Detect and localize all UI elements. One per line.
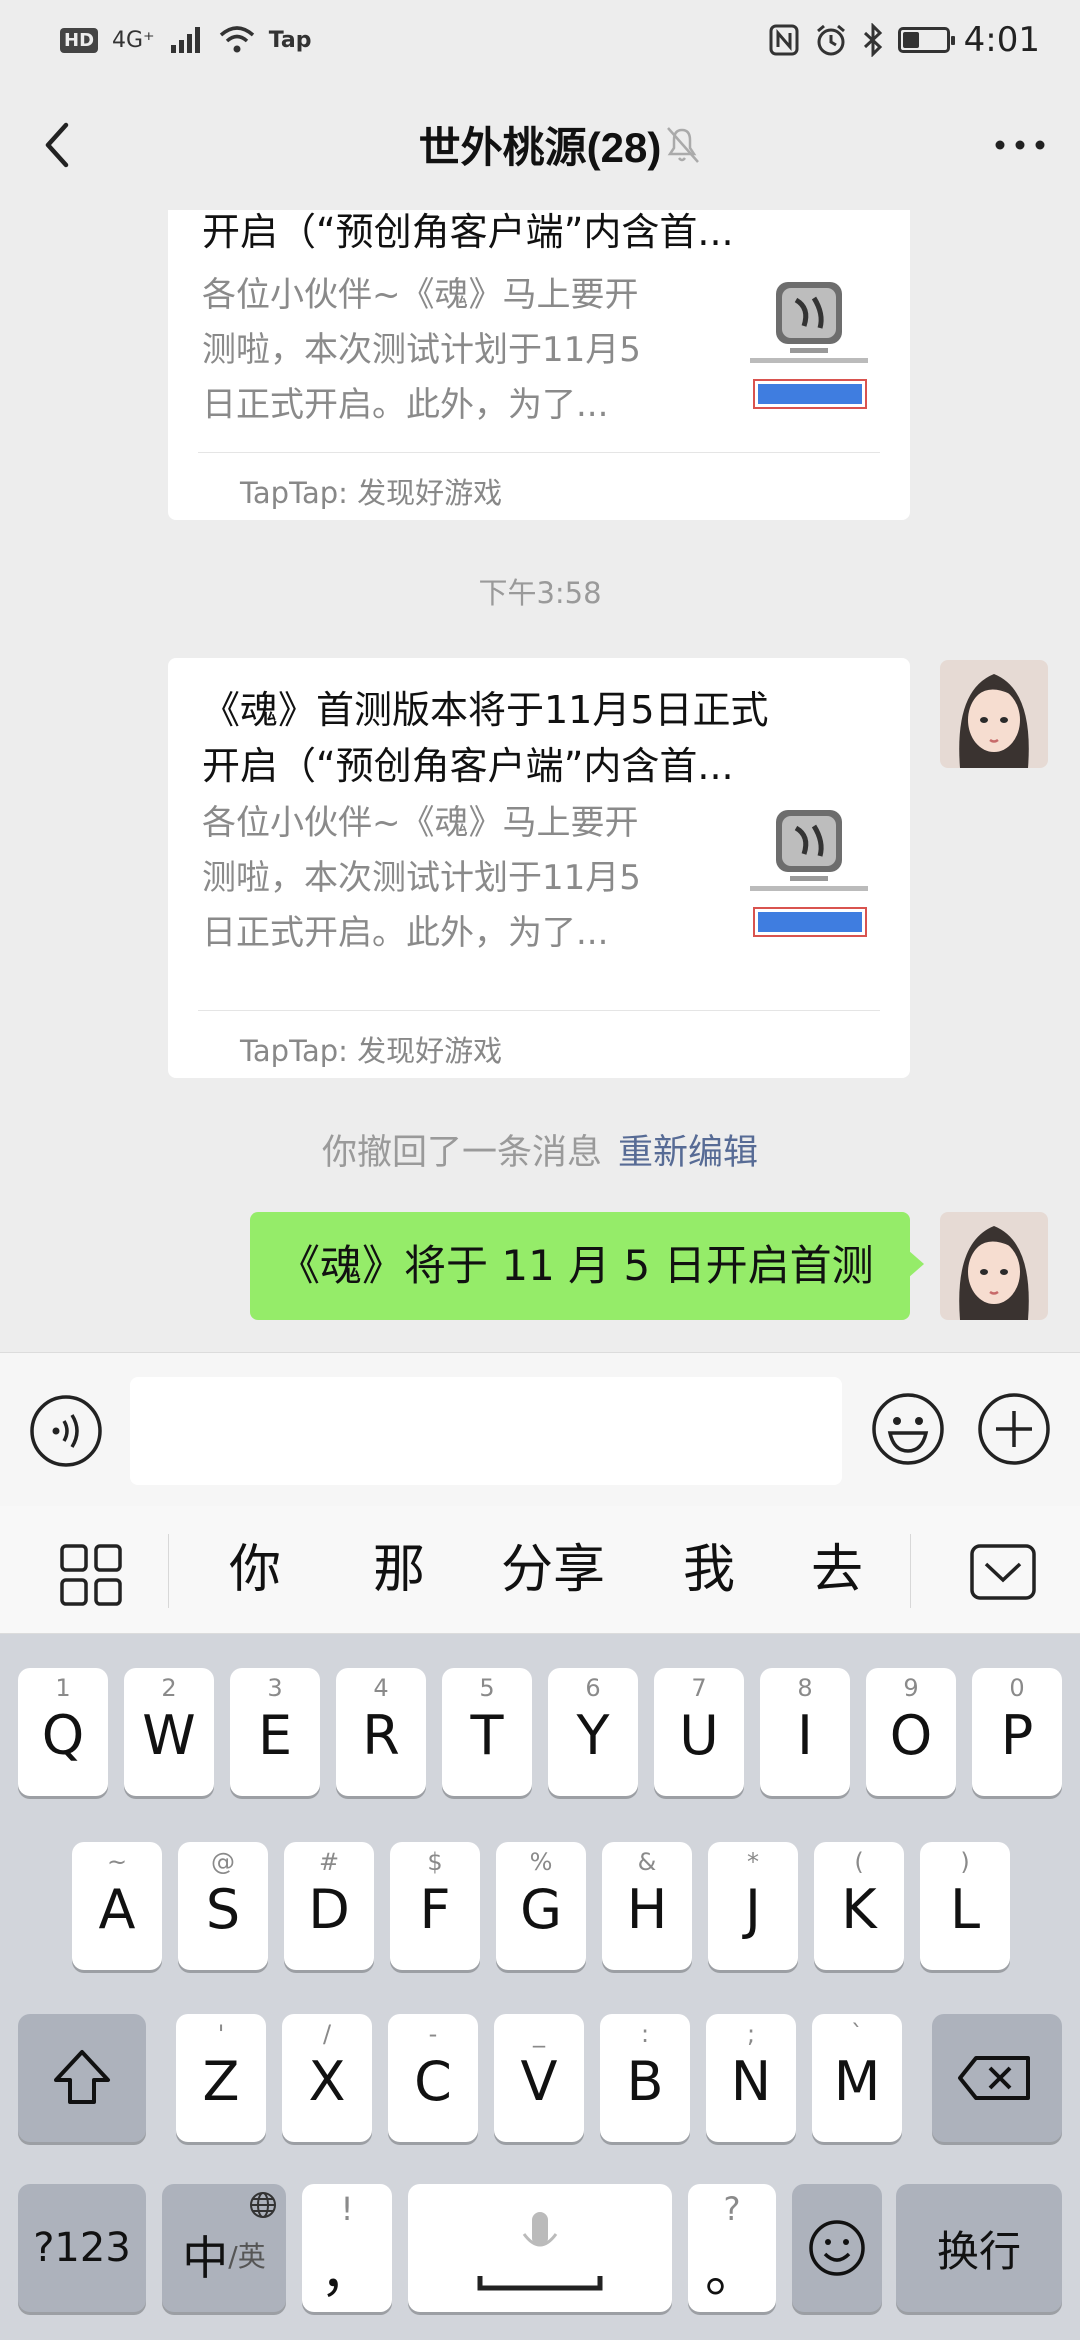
battery-icon (897, 27, 955, 53)
chat-input-bar (0, 1352, 1080, 1506)
bluetooth-icon (863, 23, 882, 57)
shift-key[interactable] (18, 2014, 146, 2142)
card-divider (198, 452, 880, 453)
nfc-icon (769, 24, 799, 56)
enter-key[interactable]: 换行 (896, 2184, 1062, 2312)
message-list[interactable]: 开启（“预创角客户端”内含首... 各位小伙伴~《魂》马上要开 测啦，本次测试计… (0, 210, 1080, 1352)
key-o[interactable]: 9O (866, 1668, 956, 1796)
numbers-key[interactable]: ?123 (18, 2184, 146, 2312)
key-n[interactable]: ; N (706, 2014, 796, 2142)
taptap-notify-label: Tap (268, 27, 312, 53)
signal-icon (170, 27, 200, 53)
keyboard: 1Q2W3E4R5T6Y7U8I9O0P ~ A @ S # D $ F% G & H * J(K) L … (0, 1634, 1080, 2340)
card-divider (198, 1010, 880, 1011)
card-thumbnail (750, 810, 868, 937)
avatar[interactable] (940, 660, 1048, 768)
microphone-icon (477, 2212, 603, 2291)
ime-candidate-bar: 你 那 分享 我 去 (0, 1506, 1080, 1634)
card-thumbnail (750, 282, 868, 409)
emoji-icon[interactable] (870, 1391, 946, 1467)
recall-notice: 你撤回了一条消息 重新编辑 (321, 1133, 759, 1173)
backspace-icon (958, 2056, 1030, 2100)
key-x[interactable]: / X (282, 2014, 372, 2142)
candidate-word[interactable]: 去 (782, 1530, 892, 1610)
link-card[interactable]: 《魂》首测版本将于11月5日正式 开启（“预创角客户端”内含首... 各位小伙伴… (168, 658, 910, 1078)
message-input[interactable] (130, 1377, 842, 1485)
card-source: TapTap: 发现好游戏 (240, 1034, 503, 1068)
key-j[interactable]: * J (708, 1842, 798, 1970)
card-description: 各位小伙伴~《魂》马上要开 测啦，本次测试计划于11月5 日正式开启。此外，为了… (202, 803, 641, 953)
my-message-bubble[interactable]: 《魂》将于 11 月 5 日开启首测 (250, 1212, 924, 1320)
network-label: 4G⁺ (112, 27, 155, 53)
key-a[interactable]: ~ A (72, 1842, 162, 1970)
candidate-word[interactable]: 我 (654, 1530, 764, 1610)
card-source: TapTap: 发现好游戏 (240, 476, 503, 510)
card-title: 《魂》首测版本将于11月5日正式 开启（“预创角客户端”内含首... (202, 688, 769, 788)
wifi-icon (219, 26, 254, 53)
card-description: 各位小伙伴~《魂》马上要开 测啦，本次测试计划于11月5 日正式开启。此外，为了… (202, 275, 641, 425)
key-m[interactable]: ` M (812, 2014, 902, 2142)
shift-icon (54, 2050, 110, 2104)
link-card[interactable]: 开启（“预创角客户端”内含首... 各位小伙伴~《魂》马上要开 测啦，本次测试计… (168, 210, 910, 520)
key-i[interactable]: 8I (760, 1668, 850, 1796)
plus-icon[interactable] (976, 1391, 1052, 1467)
emoji-key[interactable] (792, 2184, 882, 2312)
my-avatar[interactable] (940, 1212, 1048, 1320)
key-g[interactable]: % G (496, 1842, 586, 1970)
re-edit-link[interactable]: 重新编辑 (618, 1133, 758, 1173)
period-key[interactable]: ? 。 (688, 2184, 776, 2312)
message-timestamp: 下午3:58 (478, 576, 602, 610)
ime-menu-grid-icon[interactable] (56, 1540, 126, 1610)
key-v[interactable]: _ V (494, 2014, 584, 2142)
status-bar: HD 4G⁺ Tap 4:01 (0, 0, 1080, 80)
comma-key[interactable]: ! ， (302, 2184, 392, 2312)
card-title: 开启（“预创角客户端”内含首... (202, 210, 734, 254)
hide-keyboard-icon[interactable] (968, 1542, 1038, 1602)
clock: 4:01 (963, 20, 1040, 60)
key-d[interactable]: # D (284, 1842, 374, 1970)
key-p[interactable]: 0P (972, 1668, 1062, 1796)
chat-title: 世外桃源(28) (418, 124, 662, 171)
bell-muted-icon (667, 127, 699, 163)
key-h[interactable]: & H (602, 1842, 692, 1970)
candidate-word[interactable]: 分享 (478, 1530, 628, 1610)
chat-header: 世外桃源(28) (0, 80, 1080, 210)
language-switch-key[interactable]: 中/英 (162, 2184, 286, 2312)
separator (168, 1534, 169, 1608)
key-u[interactable]: 7U (654, 1668, 744, 1796)
candidate-word[interactable]: 你 (200, 1530, 310, 1610)
hd-icon: HD (60, 27, 99, 53)
separator (910, 1534, 911, 1608)
emoji-icon (809, 2220, 865, 2276)
key-k[interactable]: (K (814, 1842, 904, 1970)
key-t[interactable]: 5T (442, 1668, 532, 1796)
key-r[interactable]: 4R (336, 1668, 426, 1796)
key-c[interactable]: -C (388, 2014, 478, 2142)
key-s[interactable]: @ S (178, 1842, 268, 1970)
key-f[interactable]: $ F (390, 1842, 480, 1970)
key-w[interactable]: 2W (124, 1668, 214, 1796)
alarm-icon (816, 24, 845, 56)
key-q[interactable]: 1Q (18, 1668, 108, 1796)
key-e[interactable]: 3E (230, 1668, 320, 1796)
backspace-key[interactable] (932, 2014, 1062, 2142)
candidate-word[interactable]: 那 (344, 1530, 454, 1610)
key-y[interactable]: 6Y (548, 1668, 638, 1796)
key-z[interactable]: ' Z (176, 2014, 266, 2142)
more-dots-icon[interactable] (990, 120, 1050, 170)
key-b[interactable]: :B (600, 2014, 690, 2142)
space-key[interactable] (408, 2184, 672, 2312)
voice-icon[interactable] (28, 1393, 104, 1469)
key-l[interactable]: ) L (920, 1842, 1010, 1970)
